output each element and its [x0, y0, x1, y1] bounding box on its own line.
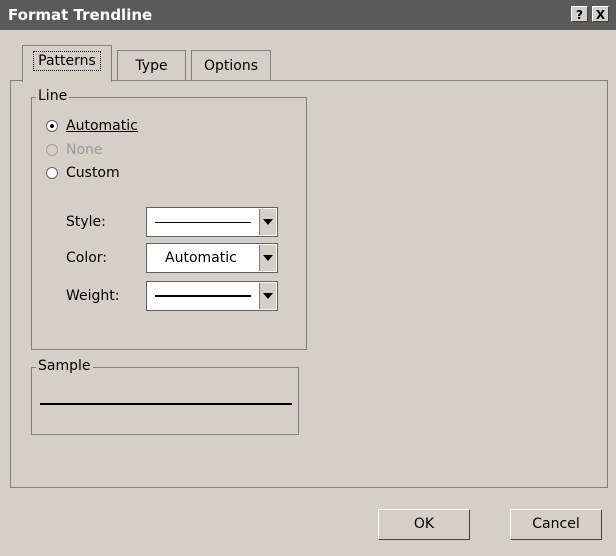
line-group: Line Automatic None Custom Style: Color:…	[31, 88, 307, 350]
sample-line	[40, 403, 292, 405]
tab-patterns[interactable]: Patterns	[22, 45, 112, 82]
color-value: Automatic	[165, 250, 237, 266]
sample-group: Sample	[31, 358, 299, 435]
radio-none-label: None	[66, 142, 103, 158]
weight-label: Weight:	[66, 288, 120, 304]
tab-panel: Line Automatic None Custom Style: Color:…	[10, 80, 608, 488]
help-icon[interactable]: ?	[571, 6, 588, 22]
tab-type[interactable]: Type	[117, 50, 186, 80]
tab-type-label: Type	[135, 58, 168, 74]
color-dropdown-arrow[interactable]	[259, 245, 276, 271]
radio-none-control	[46, 144, 58, 156]
chevron-down-icon	[263, 293, 273, 299]
radio-automatic[interactable]: Automatic	[46, 116, 138, 136]
ok-button[interactable]: OK	[378, 509, 470, 540]
chevron-down-icon	[263, 255, 273, 261]
cancel-button[interactable]: Cancel	[510, 509, 602, 540]
close-icon[interactable]: X	[592, 6, 609, 22]
style-dropdown-arrow[interactable]	[259, 209, 276, 235]
radio-custom[interactable]: Custom	[46, 163, 120, 183]
weight-line-preview	[155, 295, 251, 297]
style-dropdown[interactable]	[146, 207, 278, 237]
style-label: Style:	[66, 214, 106, 230]
sample-group-label: Sample	[36, 358, 93, 374]
color-label: Color:	[66, 250, 108, 266]
title-bar: Format Trendline ? X	[0, 0, 616, 30]
tab-options-label: Options	[203, 58, 259, 74]
tab-options[interactable]: Options	[191, 50, 271, 80]
radio-custom-control[interactable]	[46, 167, 58, 179]
dialog-title: Format Trendline	[8, 6, 153, 24]
line-group-label: Line	[36, 88, 70, 104]
style-line-preview	[155, 222, 251, 223]
radio-none: None	[46, 140, 103, 160]
tab-patterns-label: Patterns	[33, 51, 101, 71]
radio-automatic-label: Automatic	[66, 118, 138, 134]
radio-automatic-control[interactable]	[46, 120, 58, 132]
weight-dropdown[interactable]	[146, 281, 278, 311]
weight-dropdown-arrow[interactable]	[259, 283, 276, 309]
color-dropdown[interactable]: Automatic	[146, 243, 278, 273]
chevron-down-icon	[263, 219, 273, 225]
radio-custom-label: Custom	[66, 165, 120, 181]
